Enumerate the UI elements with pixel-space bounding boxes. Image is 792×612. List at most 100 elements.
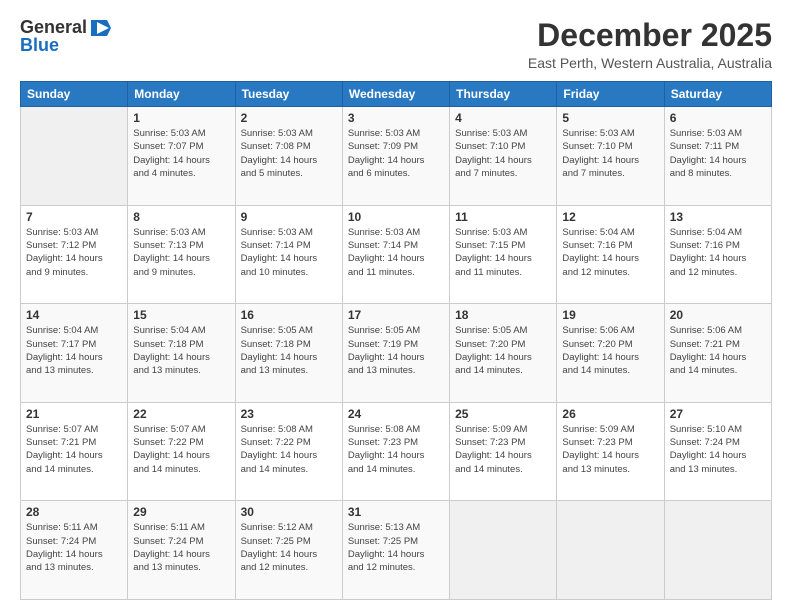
calendar-cell: 6 Sunrise: 5:03 AMSunset: 7:11 PMDaylight… — [664, 107, 771, 206]
day-info: Sunrise: 5:03 AMSunset: 7:12 PMDaylight:… — [26, 226, 122, 279]
header-tuesday: Tuesday — [235, 82, 342, 107]
calendar-week-2: 14 Sunrise: 5:04 AMSunset: 7:17 PMDayligh… — [21, 304, 772, 403]
calendar-cell: 3 Sunrise: 5:03 AMSunset: 7:09 PMDaylight… — [342, 107, 449, 206]
day-number: 4 — [455, 111, 551, 125]
day-info: Sunrise: 5:08 AMSunset: 7:23 PMDaylight:… — [348, 423, 444, 476]
day-number: 14 — [26, 308, 122, 322]
day-number: 18 — [455, 308, 551, 322]
day-info: Sunrise: 5:09 AMSunset: 7:23 PMDaylight:… — [455, 423, 551, 476]
day-number: 7 — [26, 210, 122, 224]
calendar-cell: 26 Sunrise: 5:09 AMSunset: 7:23 PMDayligh… — [557, 402, 664, 501]
day-number: 16 — [241, 308, 337, 322]
calendar-cell: 19 Sunrise: 5:06 AMSunset: 7:20 PMDayligh… — [557, 304, 664, 403]
location: East Perth, Western Australia, Australia — [528, 55, 772, 71]
calendar-cell: 2 Sunrise: 5:03 AMSunset: 7:08 PMDaylight… — [235, 107, 342, 206]
calendar-cell: 17Sunrise: 5:05 AMSunset: 7:19 PMDayligh… — [342, 304, 449, 403]
calendar-cell — [557, 501, 664, 600]
day-info: Sunrise: 5:08 AMSunset: 7:22 PMDaylight:… — [241, 423, 337, 476]
day-number: 9 — [241, 210, 337, 224]
day-number: 12 — [562, 210, 658, 224]
header-thursday: Thursday — [450, 82, 557, 107]
calendar-week-0: 1Sunrise: 5:03 AMSunset: 7:07 PMDaylight… — [21, 107, 772, 206]
calendar-cell: 31 Sunrise: 5:13 AMSunset: 7:25 PMDayligh… — [342, 501, 449, 600]
day-info: Sunrise: 5:13 AMSunset: 7:25 PMDaylight:… — [348, 521, 444, 574]
day-number: 19 — [562, 308, 658, 322]
calendar-cell: 9 Sunrise: 5:03 AMSunset: 7:14 PMDaylight… — [235, 205, 342, 304]
day-info: Sunrise: 5:03 AMSunset: 7:10 PMDaylight:… — [562, 127, 658, 180]
calendar-cell: 18Sunrise: 5:05 AMSunset: 7:20 PMDayligh… — [450, 304, 557, 403]
day-number: 20 — [670, 308, 766, 322]
day-info: Sunrise: 5:07 AMSunset: 7:21 PMDaylight:… — [26, 423, 122, 476]
day-number: 30 — [241, 505, 337, 519]
day-number: 31 — [348, 505, 444, 519]
month-title: December 2025 — [528, 18, 772, 53]
day-info: Sunrise: 5:06 AMSunset: 7:21 PMDaylight:… — [670, 324, 766, 377]
day-info: Sunrise: 5:04 AMSunset: 7:16 PMDaylight:… — [670, 226, 766, 279]
logo-flag-icon — [89, 18, 111, 38]
day-info: Sunrise: 5:03 AMSunset: 7:10 PMDaylight:… — [455, 127, 551, 180]
day-info: Sunrise: 5:03 AMSunset: 7:15 PMDaylight:… — [455, 226, 551, 279]
header: General Blue December 2025 East Perth, W… — [20, 18, 772, 71]
header-saturday: Saturday — [664, 82, 771, 107]
day-info: Sunrise: 5:09 AMSunset: 7:23 PMDaylight:… — [562, 423, 658, 476]
page: General Blue December 2025 East Perth, W… — [0, 0, 792, 612]
day-number: 11 — [455, 210, 551, 224]
day-number: 3 — [348, 111, 444, 125]
day-info: Sunrise: 5:03 AMSunset: 7:11 PMDaylight:… — [670, 127, 766, 180]
day-info: Sunrise: 5:07 AMSunset: 7:22 PMDaylight:… — [133, 423, 229, 476]
calendar-cell: 27Sunrise: 5:10 AMSunset: 7:24 PMDayligh… — [664, 402, 771, 501]
day-info: Sunrise: 5:03 AMSunset: 7:08 PMDaylight:… — [241, 127, 337, 180]
calendar-cell: 29Sunrise: 5:11 AMSunset: 7:24 PMDayligh… — [128, 501, 235, 600]
calendar-cell: 24 Sunrise: 5:08 AMSunset: 7:23 PMDayligh… — [342, 402, 449, 501]
logo: General Blue — [20, 18, 111, 56]
day-number: 8 — [133, 210, 229, 224]
calendar-cell: 1Sunrise: 5:03 AMSunset: 7:07 PMDaylight… — [128, 107, 235, 206]
calendar-cell: 5 Sunrise: 5:03 AMSunset: 7:10 PMDaylight… — [557, 107, 664, 206]
calendar-cell — [664, 501, 771, 600]
calendar-cell: 12 Sunrise: 5:04 AMSunset: 7:16 PMDayligh… — [557, 205, 664, 304]
calendar-week-1: 7 Sunrise: 5:03 AMSunset: 7:12 PMDaylight… — [21, 205, 772, 304]
day-number: 27 — [670, 407, 766, 421]
day-info: Sunrise: 5:05 AMSunset: 7:19 PMDaylight:… — [348, 324, 444, 377]
calendar-cell — [450, 501, 557, 600]
weekday-header-row: Sunday Monday Tuesday Wednesday Thursday… — [21, 82, 772, 107]
day-info: Sunrise: 5:06 AMSunset: 7:20 PMDaylight:… — [562, 324, 658, 377]
day-info: Sunrise: 5:03 AMSunset: 7:14 PMDaylight:… — [348, 226, 444, 279]
day-number: 15 — [133, 308, 229, 322]
day-info: Sunrise: 5:12 AMSunset: 7:25 PMDaylight:… — [241, 521, 337, 574]
calendar-week-4: 28Sunrise: 5:11 AMSunset: 7:24 PMDayligh… — [21, 501, 772, 600]
day-info: Sunrise: 5:03 AMSunset: 7:14 PMDaylight:… — [241, 226, 337, 279]
calendar-cell: 10 Sunrise: 5:03 AMSunset: 7:14 PMDayligh… — [342, 205, 449, 304]
calendar: Sunday Monday Tuesday Wednesday Thursday… — [20, 81, 772, 600]
calendar-cell: 30 Sunrise: 5:12 AMSunset: 7:25 PMDayligh… — [235, 501, 342, 600]
day-number: 24 — [348, 407, 444, 421]
day-info: Sunrise: 5:03 AMSunset: 7:07 PMDaylight:… — [133, 127, 229, 180]
calendar-cell: 20 Sunrise: 5:06 AMSunset: 7:21 PMDayligh… — [664, 304, 771, 403]
logo-blue-text: Blue — [20, 36, 59, 56]
day-info: Sunrise: 5:04 AMSunset: 7:17 PMDaylight:… — [26, 324, 122, 377]
day-number: 22 — [133, 407, 229, 421]
day-info: Sunrise: 5:03 AMSunset: 7:09 PMDaylight:… — [348, 127, 444, 180]
calendar-cell: 14 Sunrise: 5:04 AMSunset: 7:17 PMDayligh… — [21, 304, 128, 403]
day-number: 25 — [455, 407, 551, 421]
day-info: Sunrise: 5:11 AMSunset: 7:24 PMDaylight:… — [26, 521, 122, 574]
day-number: 23 — [241, 407, 337, 421]
calendar-cell: 21 Sunrise: 5:07 AMSunset: 7:21 PMDayligh… — [21, 402, 128, 501]
day-number: 10 — [348, 210, 444, 224]
day-number: 26 — [562, 407, 658, 421]
calendar-cell: 15Sunrise: 5:04 AMSunset: 7:18 PMDayligh… — [128, 304, 235, 403]
day-number: 6 — [670, 111, 766, 125]
header-monday: Monday — [128, 82, 235, 107]
day-number: 21 — [26, 407, 122, 421]
calendar-cell: 7 Sunrise: 5:03 AMSunset: 7:12 PMDaylight… — [21, 205, 128, 304]
day-info: Sunrise: 5:04 AMSunset: 7:16 PMDaylight:… — [562, 226, 658, 279]
header-friday: Friday — [557, 82, 664, 107]
day-number: 29 — [133, 505, 229, 519]
calendar-week-3: 21 Sunrise: 5:07 AMSunset: 7:21 PMDayligh… — [21, 402, 772, 501]
calendar-cell: 23 Sunrise: 5:08 AMSunset: 7:22 PMDayligh… — [235, 402, 342, 501]
day-number: 5 — [562, 111, 658, 125]
calendar-cell: 13Sunrise: 5:04 AMSunset: 7:16 PMDayligh… — [664, 205, 771, 304]
calendar-cell: 16 Sunrise: 5:05 AMSunset: 7:18 PMDayligh… — [235, 304, 342, 403]
day-number: 2 — [241, 111, 337, 125]
day-info: Sunrise: 5:05 AMSunset: 7:18 PMDaylight:… — [241, 324, 337, 377]
